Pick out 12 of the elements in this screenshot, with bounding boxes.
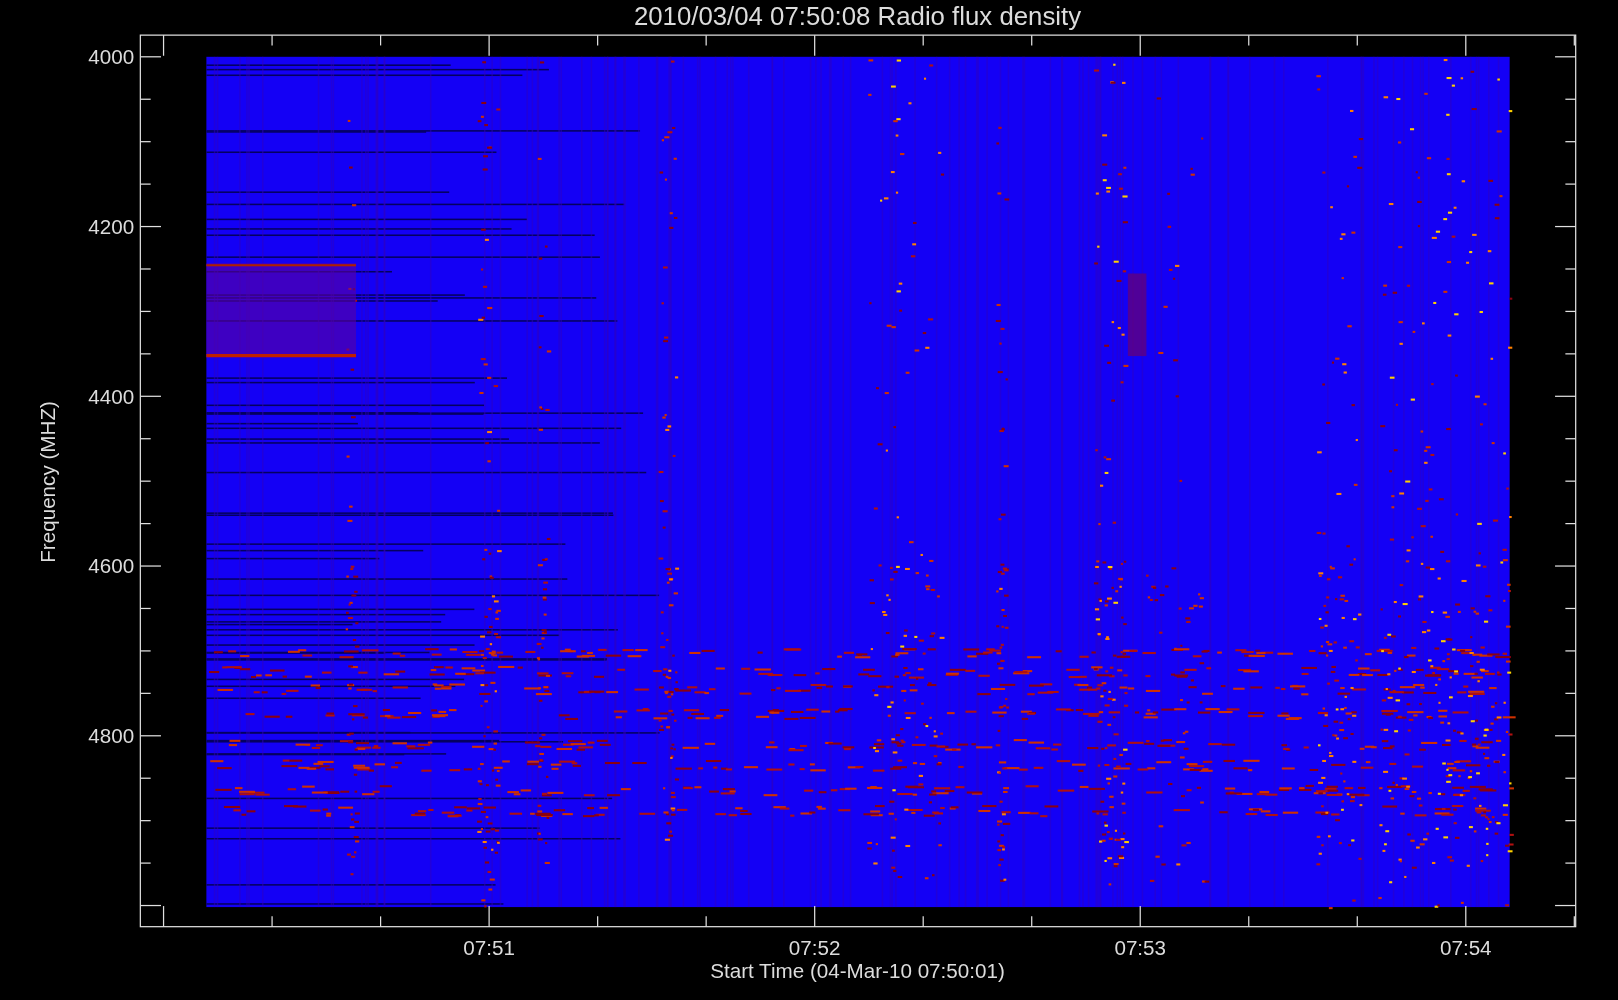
x-tick-label: 07:52 [788, 935, 841, 959]
y-axis-label: Frequency (MHZ) [35, 401, 59, 563]
x-tick-label: 07:51 [463, 935, 515, 959]
x-axis-label: Start Time (04-Mar-10 07:50:01) [710, 959, 1005, 983]
y-tick-label: 4200 [88, 214, 135, 238]
y-tick-label: 4600 [88, 554, 135, 578]
x-tick-label: 07:54 [1440, 935, 1492, 959]
y-tick-label: 4000 [88, 45, 135, 69]
y-tick-label: 4800 [88, 724, 135, 747]
x-tick-label: 07:53 [1114, 935, 1167, 959]
plot-title: 2010/03/04 07:50:08 Radio flux density [633, 1, 1082, 30]
y-tick-label: 4400 [88, 384, 135, 408]
